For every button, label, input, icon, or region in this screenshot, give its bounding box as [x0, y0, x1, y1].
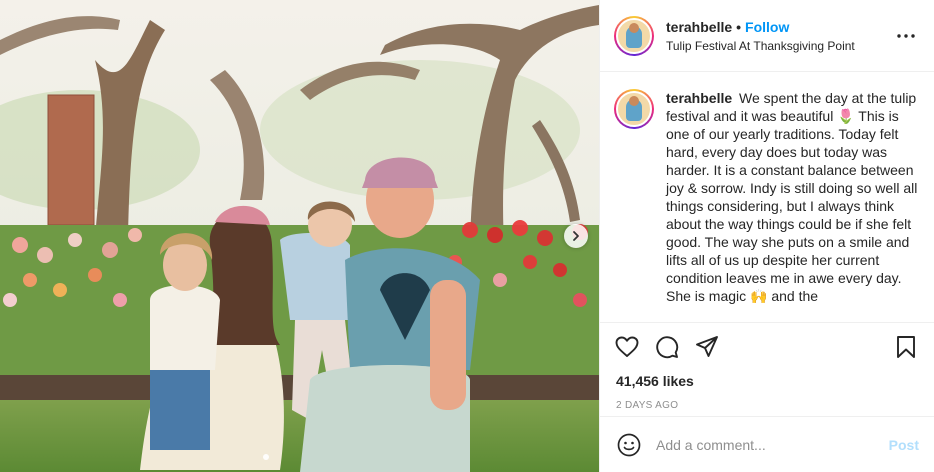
tulip-photo: [0, 0, 599, 472]
post-photo[interactable]: [0, 0, 599, 472]
more-options-button[interactable]: [894, 24, 918, 48]
save-button[interactable]: [893, 334, 919, 360]
caption-area: terahbelle We spent the day at the tulip…: [600, 73, 934, 322]
caption-text: terahbelle We spent the day at the tulip…: [666, 89, 918, 322]
emoji-button[interactable]: [616, 432, 642, 458]
like-button[interactable]: [614, 334, 640, 360]
next-photo-button[interactable]: [564, 224, 588, 248]
carousel-dot: [263, 454, 269, 460]
header-username[interactable]: terahbelle: [666, 19, 732, 35]
heart-icon: [615, 336, 639, 357]
post-comment-button[interactable]: Post: [889, 437, 919, 453]
action-bar: [600, 323, 934, 371]
share-icon: [696, 336, 718, 357]
actions-section: 41,456 likes 2 DAYS AGO: [600, 322, 934, 415]
add-comment-bar: Post: [600, 416, 934, 472]
comment-button[interactable]: [654, 334, 680, 360]
follow-button[interactable]: Follow: [745, 19, 789, 35]
smiley-icon: [617, 433, 641, 456]
comment-icon: [656, 336, 679, 359]
likes-count[interactable]: 41,456 likes: [600, 371, 934, 391]
share-button[interactable]: [694, 334, 720, 360]
post-header: terahbelle • Follow Tulip Festival At Th…: [600, 0, 934, 72]
post-side-panel: terahbelle • Follow Tulip Festival At Th…: [599, 0, 934, 472]
caption-avatar[interactable]: [614, 89, 654, 129]
caption-body: We spent the day at the tulip festival a…: [666, 90, 918, 304]
avatar[interactable]: [614, 15, 654, 56]
location-link[interactable]: Tulip Festival At Thanksgiving Point: [666, 39, 894, 53]
bookmark-icon: [897, 336, 915, 358]
post-timestamp[interactable]: 2 DAYS AGO: [600, 397, 934, 415]
comment-input[interactable]: [656, 436, 889, 453]
caption-username[interactable]: terahbelle: [666, 90, 732, 106]
separator-dot: •: [736, 18, 742, 35]
chevron-right-icon: [573, 231, 579, 241]
more-horizontal-icon: [897, 33, 915, 38]
